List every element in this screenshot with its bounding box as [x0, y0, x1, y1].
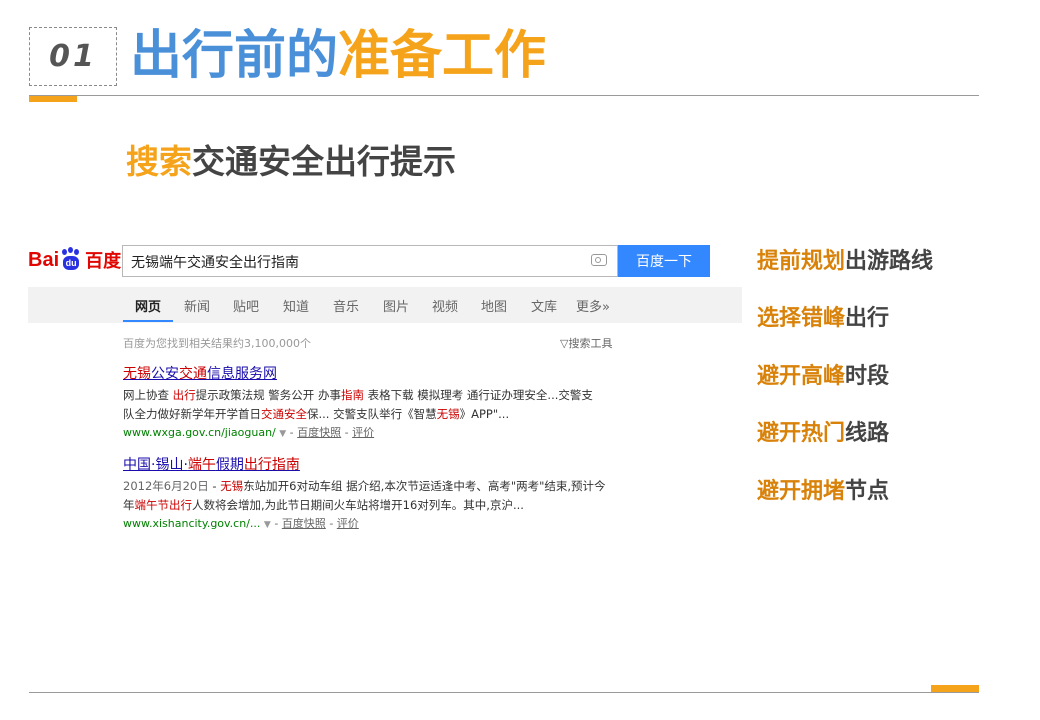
tab-wenku[interactable]: 文库 [531, 296, 557, 315]
search-tools-link[interactable]: ▽搜索工具 [560, 335, 612, 351]
tab-images[interactable]: 图片 [383, 296, 409, 315]
footer-divider [29, 692, 979, 693]
footer-accent-bar [931, 685, 979, 692]
tab-web[interactable]: 网页 [135, 296, 161, 315]
page-title-part2: 准备工作 [338, 26, 547, 86]
baidu-logo-cn: 百度 [85, 251, 122, 271]
section-subtitle: 搜索交通安全出行提示 [126, 140, 456, 184]
section-number: 01 [49, 39, 97, 74]
baidu-logo-bai: Bai [28, 248, 60, 271]
result-count: 百度为您找到相关结果约3,100,000个 [123, 337, 311, 350]
tab-zhidao[interactable]: 知道 [283, 296, 309, 315]
tip-item: 避开拥堵节点 [757, 479, 890, 504]
search-query: 无锡端午交通安全出行指南 [131, 255, 299, 271]
camera-icon[interactable] [591, 254, 607, 266]
dropdown-icon[interactable]: ▼ [279, 429, 286, 439]
baidu-search-screenshot: Bai du 百度 无锡端午交通安全出行指南 百度一下 网页 新闻 贴吧 知道 … [28, 237, 742, 537]
baidu-logo: Bai du 百度 [28, 247, 121, 273]
header-divider [29, 95, 979, 96]
result-url-line: www.xishancity.gov.cn/... ▼ - 百度快照 - 评价 [123, 517, 359, 530]
tab-news[interactable]: 新闻 [184, 296, 210, 315]
active-tab-indicator [123, 320, 173, 322]
result-url-line: www.wxga.gov.cn/jiaoguan/ ▼ - 百度快照 - 评价 [123, 426, 375, 439]
result-snippet: 2012年6月20日 - 无锡东站加开6对动车组 据介绍,本次节运适逢中考、高考… [123, 479, 606, 512]
tip-item: 避开高峰时段 [757, 364, 890, 389]
search-result: 中国·锡山·端午假期出行指南 2012年6月20日 - 无锡东站加开6对动车组 … [123, 454, 606, 531]
tip-item: 选择错峰出行 [757, 306, 890, 331]
result-title-link[interactable]: 中国·锡山·端午假期出行指南 [123, 454, 606, 474]
rating-link[interactable]: 评价 [337, 517, 359, 530]
result-url[interactable]: www.wxga.gov.cn/jiaoguan/ [123, 426, 276, 439]
rating-link[interactable]: 评价 [352, 426, 374, 439]
search-tabs: 网页 新闻 贴吧 知道 音乐 图片 视频 地图 文库 更多» [28, 287, 742, 323]
paw-icon: du [60, 247, 82, 271]
subtitle-rest: 交通安全出行提示 [192, 142, 456, 181]
header-accent-bar [29, 96, 77, 102]
result-snippet: 网上协查 出行提示政策法规 警务公开 办事指南 表格下载 模拟理考 通行证办理安… [123, 388, 593, 421]
tab-map[interactable]: 地图 [481, 296, 507, 315]
search-result: 无锡公安交通信息服务网 网上协查 出行提示政策法规 警务公开 办事指南 表格下载… [123, 363, 593, 440]
result-url[interactable]: www.xishancity.gov.cn/... [123, 517, 260, 530]
tab-more[interactable]: 更多» [576, 296, 610, 315]
baidu-logo-du: du [65, 258, 77, 268]
page-title: 出行前的准备工作 [130, 24, 546, 88]
tab-tieba[interactable]: 贴吧 [233, 296, 259, 315]
tip-item: 提前规划出游路线 [757, 249, 934, 274]
subtitle-highlight: 搜索 [126, 142, 192, 181]
tip-item: 避开热门线路 [757, 421, 890, 446]
snapshot-link[interactable]: 百度快照 [282, 517, 326, 530]
search-button[interactable]: 百度一下 [618, 245, 710, 277]
page-title-part1: 出行前的 [130, 26, 339, 86]
dropdown-icon[interactable]: ▼ [264, 520, 271, 530]
result-title-link[interactable]: 无锡公安交通信息服务网 [123, 363, 593, 383]
section-number-box: 01 [29, 27, 117, 86]
search-input[interactable]: 无锡端午交通安全出行指南 [122, 245, 618, 277]
search-tools-label: 搜索工具 [568, 337, 613, 350]
snapshot-link[interactable]: 百度快照 [297, 426, 341, 439]
tab-music[interactable]: 音乐 [333, 296, 359, 315]
tab-video[interactable]: 视频 [432, 296, 458, 315]
